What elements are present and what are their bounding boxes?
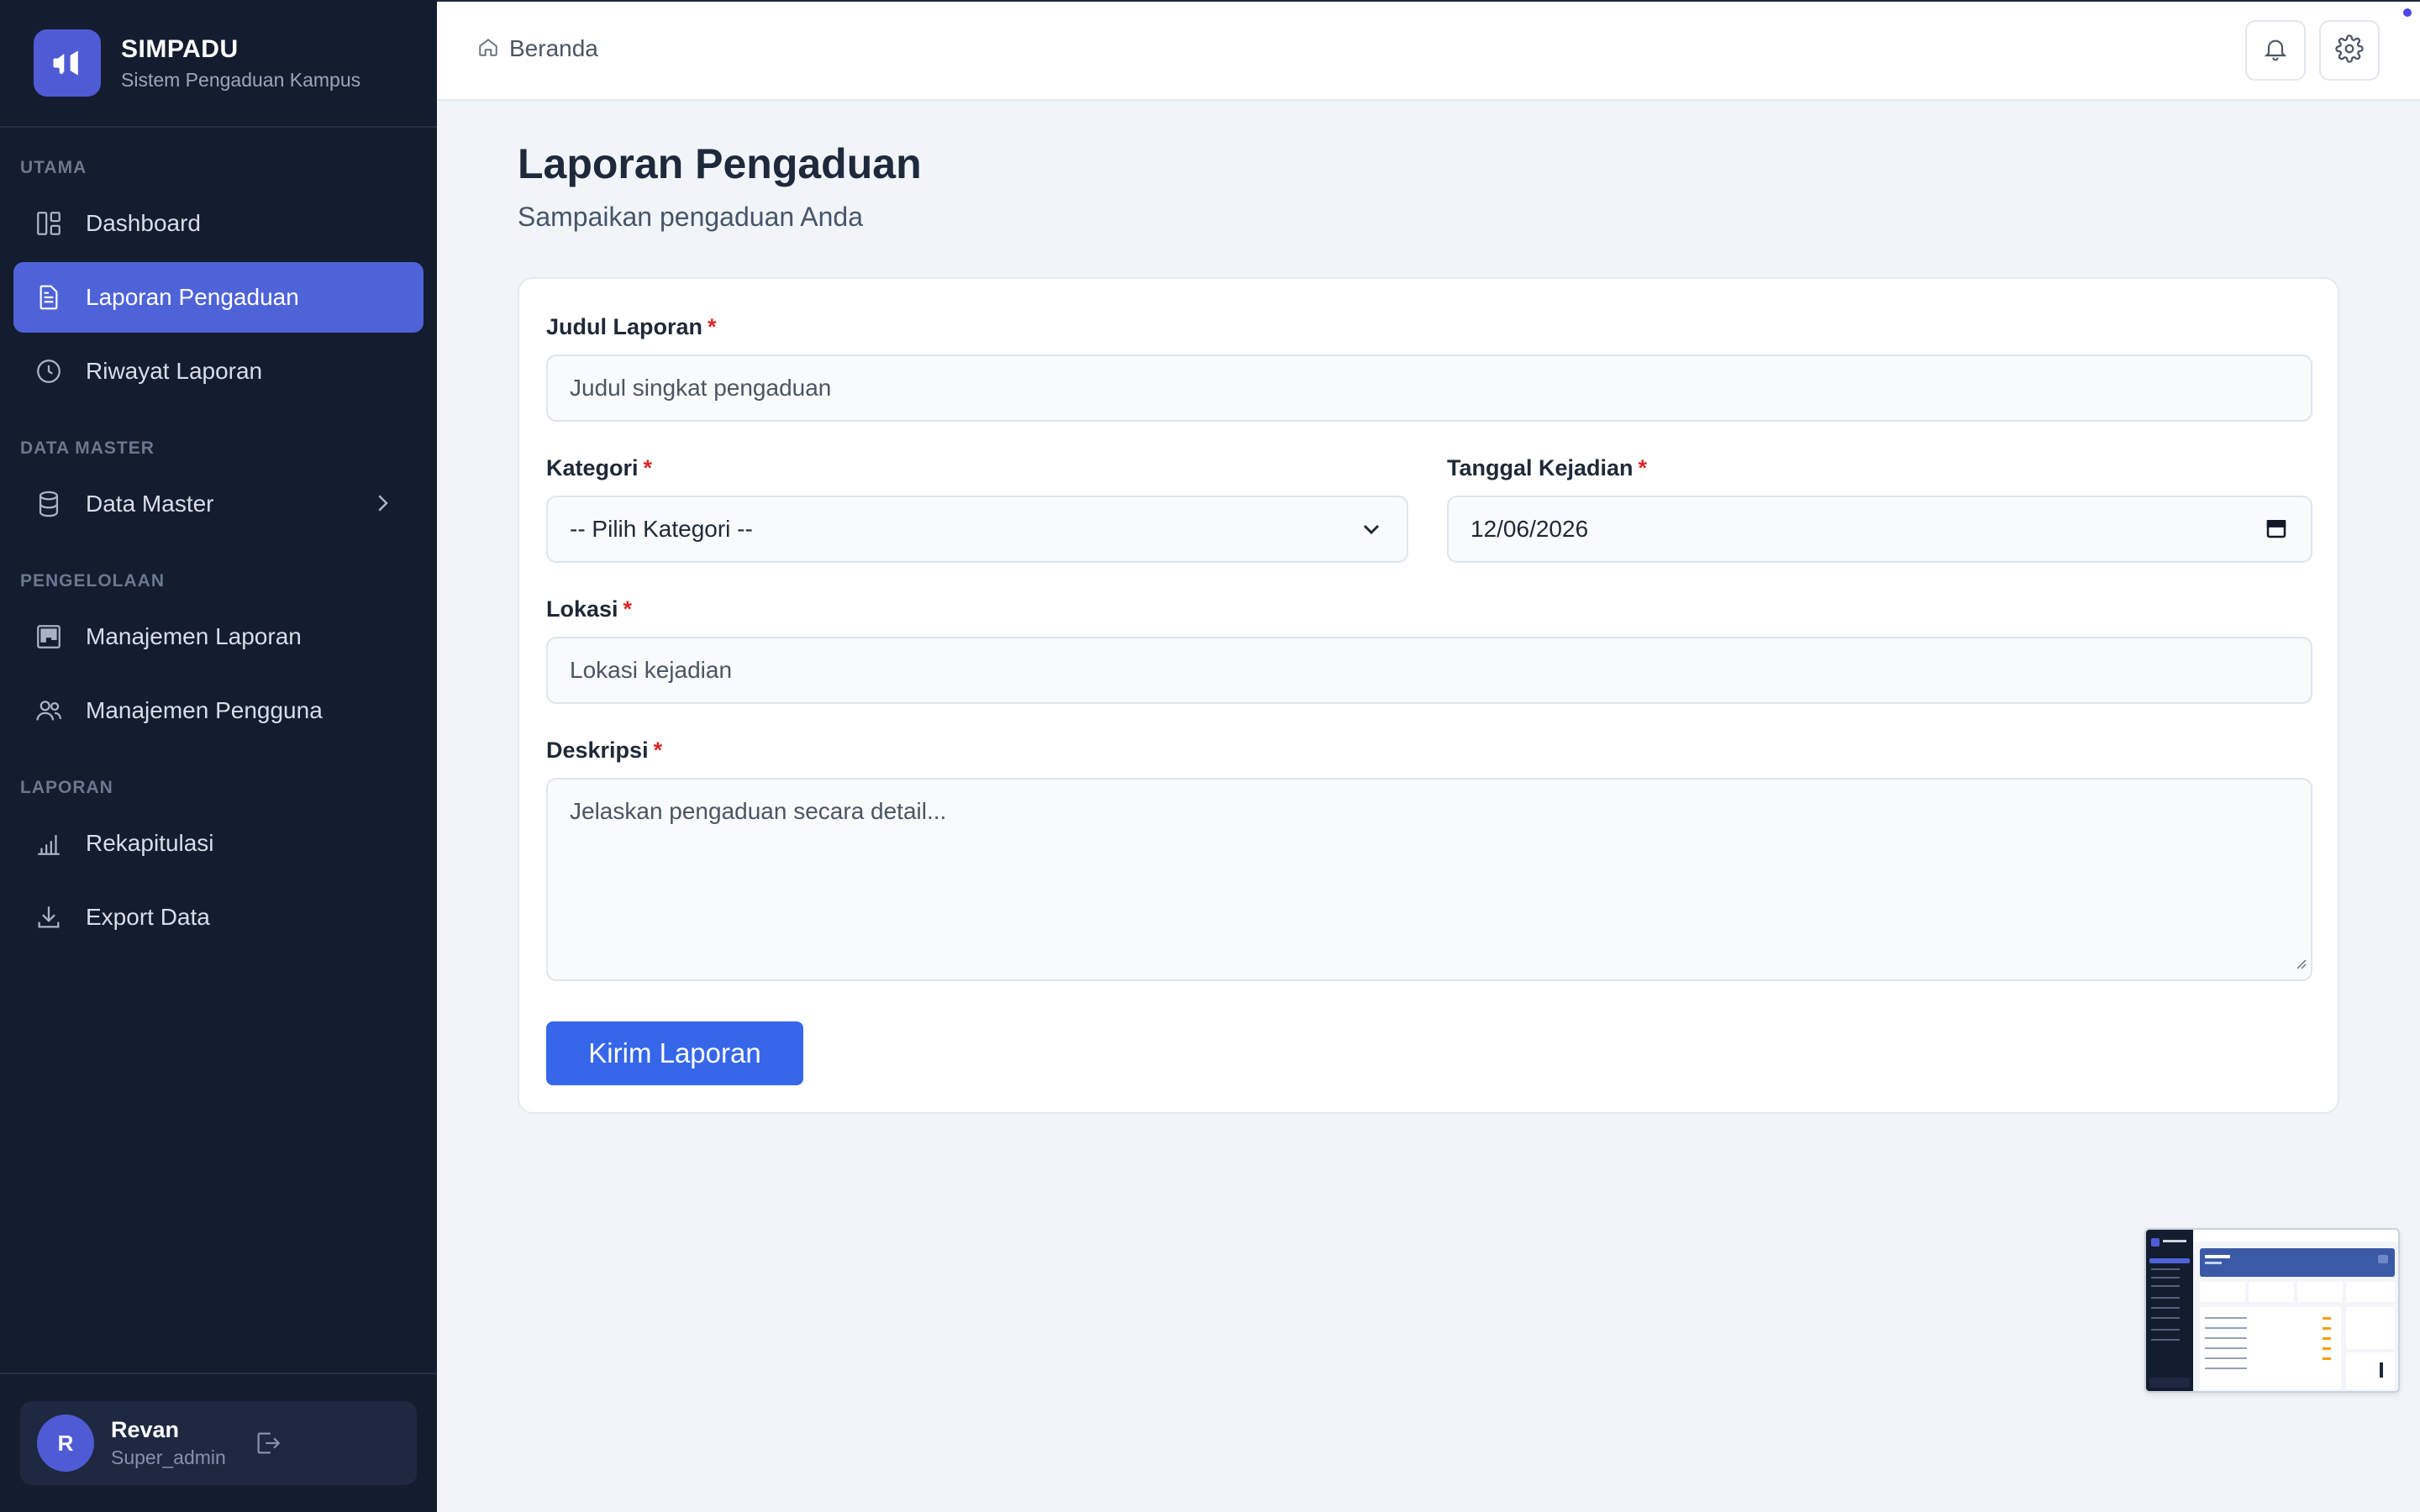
lokasi-input[interactable]: Lokasi kejadian [546,637,2312,704]
sidebar-divider [0,1373,437,1374]
sidebar-item-label: Rekapitulasi [86,830,214,856]
sidebar-item-riwayat-laporan[interactable]: Riwayat Laporan [13,336,424,407]
app-title: SIMPADU [121,34,239,63]
sidebar-item-data-master[interactable]: Data Master [13,469,424,539]
avatar: R [37,1415,94,1472]
brand: SIMPADU Sistem Pengaduan Kampus [0,0,437,128]
sidebar-item-manajemen-laporan[interactable]: Manajemen Laporan [13,601,424,672]
document-icon [32,281,66,314]
required-mark: * [623,596,633,622]
kategori-select[interactable]: -- Pilih Kategori -- [546,496,1408,563]
breadcrumb[interactable]: Beranda [477,35,598,62]
clock-icon [32,354,66,388]
deskripsi-textarea[interactable]: Jelaskan pengaduan secara detail... [546,778,2312,981]
app-subtitle: Sistem Pengaduan Kampus [121,68,361,91]
megaphone-icon [34,29,101,97]
user-card: R Revan Super_admin [20,1401,417,1485]
page-subtitle: Sampaikan pengaduan Anda [518,202,864,232]
required-mark: * [653,738,663,763]
section-label-data-master: DATA MASTER [20,438,155,458]
tanggal-label: Tanggal Kejadian * [1447,455,1648,480]
judul-placeholder: Judul singkat pengaduan [570,375,832,401]
breadcrumb-label: Beranda [509,35,598,61]
submit-button[interactable]: Kirim Laporan [546,1021,803,1085]
preview-image [2146,1230,2398,1391]
required-mark: * [1638,455,1648,480]
section-label-pengelolaan: PENGELOLAAN [20,571,166,591]
sidebar: SIMPADU Sistem Pengaduan Kampus UTAMA Da… [0,0,437,1512]
logout-icon[interactable] [251,1426,285,1460]
users-icon [32,694,66,727]
chevron-down-icon [1358,516,1385,549]
settings-button[interactable] [2319,20,2380,81]
sidebar-item-label: Laporan Pengaduan [86,284,299,310]
lokasi-placeholder: Lokasi kejadian [570,657,733,683]
deskripsi-label: Deskripsi * [546,738,663,763]
bell-icon [2262,35,2289,66]
required-mark: * [643,455,653,480]
sidebar-item-label: Manajemen Laporan [86,623,302,649]
resize-grip-icon[interactable] [2292,949,2307,976]
sidebar-item-export-data[interactable]: Export Data [13,882,424,953]
judul-input[interactable]: Judul singkat pengaduan [546,354,2312,422]
database-icon [32,487,66,521]
sidebar-item-label: Riwayat Laporan [86,358,263,384]
section-label-utama: UTAMA [20,158,87,177]
gear-icon [2335,34,2364,67]
section-label-laporan: LAPORAN [20,778,113,797]
dashboard-icon [32,207,66,240]
judul-label: Judul Laporan * [546,314,717,339]
sidebar-item-manajemen-pengguna[interactable]: Manajemen Pengguna [13,675,424,746]
deskripsi-placeholder: Jelaskan pengaduan secara detail... [570,798,947,824]
chevron-right-icon [370,491,395,520]
topbar: Beranda [437,0,2420,101]
kategori-selected: -- Pilih Kategori -- [570,516,753,542]
home-icon [477,36,499,62]
sidebar-item-label: Data Master [86,491,214,517]
tanggal-input[interactable]: 12/06/2026 [1447,496,2312,563]
bar-chart-icon [32,827,66,860]
sidebar-item-dashboard[interactable]: Dashboard [13,188,424,259]
sidebar-item-rekapitulasi[interactable]: Rekapitulasi [13,808,424,879]
user-name: Revan [111,1417,180,1442]
complaint-form-card: Judul Laporan * Judul singkat pengaduan K… [518,277,2339,1114]
lokasi-label: Lokasi * [546,596,633,622]
calendar-icon[interactable] [2264,516,2289,547]
sidebar-item-label: Manajemen Pengguna [86,697,323,723]
notifications-button[interactable] [2245,20,2306,81]
page-title: Laporan Pengaduan [518,140,922,187]
user-role: Super_admin [111,1446,226,1468]
sidebar-item-laporan-pengaduan[interactable]: Laporan Pengaduan [13,262,424,333]
sidebar-item-label: Export Data [86,904,210,930]
sidebar-item-label: Dashboard [86,210,201,236]
kategori-label: Kategori * [546,455,653,480]
download-icon [32,900,66,934]
screen-preview-thumbnail[interactable] [2144,1228,2400,1393]
required-mark: * [708,314,717,339]
tanggal-value: 12/06/2026 [1470,516,1589,542]
notification-dot [2403,8,2412,17]
kanban-icon [32,620,66,654]
